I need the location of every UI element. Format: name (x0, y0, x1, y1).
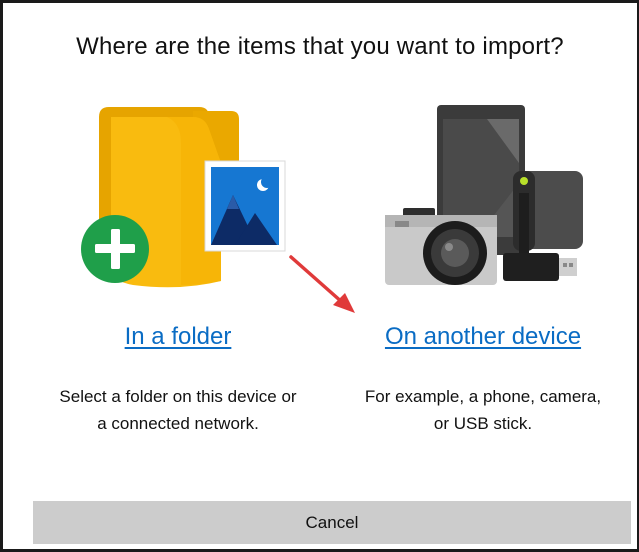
on-another-device-link[interactable]: On another device (333, 323, 633, 351)
device-description: For example, a phone, camera, or USB sti… (333, 383, 633, 437)
red-arrow-icon (289, 255, 355, 313)
option-in-a-folder[interactable]: In a folder Select a folder on this devi… (23, 3, 333, 483)
cancel-button[interactable]: Cancel (33, 501, 631, 544)
device-description-line1: For example, a phone, camera, (364, 387, 602, 406)
devices-icon[interactable] (377, 103, 597, 293)
device-description-line2: or USB stick. (433, 414, 533, 433)
folder-photo-plus-icon[interactable] (81, 103, 301, 293)
folder-description-line1: Select a folder on this device or (59, 387, 297, 406)
import-dialog: Where are the items that you want to imp… (0, 0, 639, 552)
folder-description-line2: a connected network. (97, 414, 259, 433)
option-on-another-device[interactable]: On another device For example, a phone, … (333, 3, 633, 483)
in-a-folder-link[interactable]: In a folder (23, 323, 333, 351)
folder-description: Select a folder on this device or a conn… (23, 383, 333, 437)
